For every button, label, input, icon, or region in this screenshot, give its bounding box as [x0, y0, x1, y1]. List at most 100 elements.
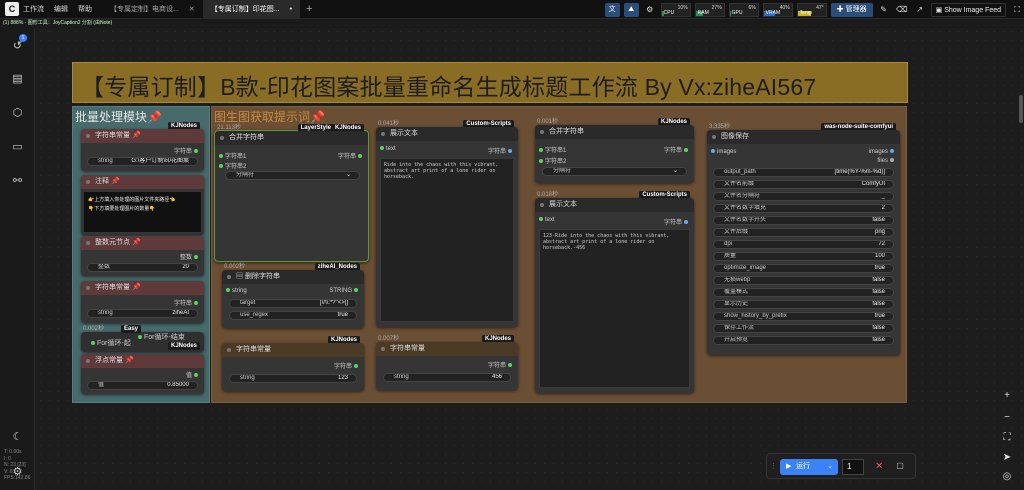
output-slot[interactable]: 值 — [186, 370, 200, 379]
pointer-mode-icon[interactable]: ➤ — [999, 450, 1015, 466]
share-icon[interactable]: ↗ — [913, 3, 927, 17]
text-display[interactable]: Ride into the chaos with this vibrant, a… — [380, 158, 514, 322]
filename-prefix-widget[interactable]: 文件名前缀 ComfyUI — [713, 180, 894, 189]
integer-widget[interactable]: 整数 20 — [87, 263, 198, 272]
zoom-in-icon[interactable]: + — [999, 388, 1015, 404]
output-path-widget[interactable]: output_path [time(%Y-%m-%d)] — [713, 168, 894, 177]
note-text[interactable]: 👉上方填入你处理的图片文件夹路径👈 👇下方填要处理图片的数量👇 — [84, 192, 201, 232]
fullscreen-icon[interactable]: ⛶ — [1010, 3, 1024, 17]
extension-widget[interactable]: 文件后缀 png — [713, 228, 894, 237]
float-constant-node[interactable]: 浮点常量 📌 值 值 0.85000 — [81, 354, 204, 394]
new-tab-plus-icon[interactable]: + — [306, 3, 312, 15]
output-slot[interactable]: 字符串 — [334, 361, 360, 370]
fit-view-icon[interactable]: ⛶ — [999, 430, 1015, 446]
run-button[interactable]: ▶ 运行 ⌄ — [780, 459, 838, 475]
map-icon[interactable]: ⛰ — [623, 2, 639, 17]
mask-editor-icon[interactable]: ✎ — [877, 3, 891, 17]
zoom-out-icon[interactable]: − — [999, 410, 1015, 426]
show-text-node[interactable]: 0.018秒 Custom-Scripts 展示文本 text 字符串 123-… — [535, 191, 694, 393]
input-slot-2[interactable]: 字符串2 — [217, 161, 246, 170]
integer-node[interactable]: 整数元节点 📌 整数 整数 20 — [81, 236, 204, 276]
delete-string-node[interactable]: 0.002秒 ziheAI_Nodes ▤ 删除字符串 string STRIN… — [222, 263, 364, 328]
templates-icon[interactable]: ⚯ — [10, 174, 25, 189]
monitor-settings-icon[interactable]: ⚙ — [643, 3, 657, 17]
menu-edit[interactable]: 编辑 — [54, 4, 68, 14]
app-logo[interactable]: C — [5, 2, 19, 16]
output-slot[interactable]: 字符串 — [488, 146, 514, 155]
output-slot[interactable]: 字符串 — [488, 360, 514, 369]
workflows-icon[interactable]: ▭ — [10, 140, 25, 155]
string-widget[interactable]: string 123 — [229, 374, 357, 383]
output-slot[interactable]: STRING — [329, 288, 360, 294]
lossless-webp-toggle[interactable]: 无损webp false — [713, 276, 894, 285]
cancel-icon[interactable]: ✕ — [875, 459, 883, 475]
run-toolbar: ⋮⋮ ▶ 运行 ⌄ 1 ✕ ▢ — [766, 453, 916, 479]
show-text-node[interactable]: 0.041秒 Custom-Scripts 展示文本 text 字符串 Ride… — [376, 120, 518, 327]
for-loop-node[interactable]: 0.002秒 Easy KJNodes For循环-起 For循环-结束 — [81, 325, 204, 352]
string-constant-node[interactable]: KJNodes 字符串常量 字符串 string 123 — [222, 336, 364, 391]
concat-string-node[interactable]: 21.113秒 LayerStyle KJNodes 合并字符串 字符串1 字符… — [214, 124, 369, 262]
node-title: 字符串常量 📌 — [81, 129, 204, 143]
string-constant-node[interactable]: 0.007秒 KJNodes 字符串常量 字符串 string 456 — [376, 335, 518, 390]
separator-widget[interactable]: 分隔符 ⌄ — [542, 167, 687, 176]
manager-button[interactable]: ✚ 管理器 — [830, 2, 873, 17]
number-start-widget[interactable]: 文件名数字开头 false — [713, 216, 894, 225]
input-slot[interactable]: text — [537, 217, 555, 223]
output-slot[interactable]: 字符串 — [174, 298, 200, 307]
hide-links-icon[interactable]: ◎ — [999, 469, 1015, 485]
output-images-slot[interactable]: images — [869, 149, 896, 155]
output-files-slot[interactable]: files — [877, 158, 896, 164]
input-slot[interactable]: images — [709, 149, 736, 155]
use-regex-toggle[interactable]: use_regex true — [229, 311, 357, 320]
image-save-node[interactable]: 3.335秒 was-node-suite-comfyui 图像保存 image… — [707, 123, 900, 355]
tab-ecommerce[interactable]: 【专属定制】电商设... ✕ — [102, 0, 203, 19]
menu-help[interactable]: 帮助 — [78, 4, 92, 14]
text-display[interactable]: 123-Ride into the chaos with this vibran… — [539, 229, 690, 388]
string-widget[interactable]: string ziheAI — [87, 309, 198, 318]
output-slot[interactable]: 字符串 — [664, 217, 690, 226]
tab-print-pattern[interactable]: 【专属订制】印花图... • — [202, 0, 301, 19]
model-library-icon[interactable]: ⬡ — [10, 106, 25, 121]
note-node[interactable]: 注释 📌 👉上方填入你处理的图片文件夹路径👈 👇下方填要处理图片的数量👇 — [81, 175, 204, 235]
input-slot[interactable]: string — [224, 288, 247, 294]
preview-toggle[interactable]: 开启预览 false — [713, 336, 894, 345]
output-slot[interactable]: 字符串 — [664, 145, 690, 154]
separator-widget[interactable]: 分隔符 ⌄ — [225, 171, 360, 180]
show-history-toggle[interactable]: 显示历史 false — [713, 300, 894, 309]
overwrite-mode-toggle[interactable]: 覆盖模式 false — [713, 288, 894, 297]
node-library-icon[interactable]: ▤ — [10, 72, 25, 87]
clear-icon[interactable]: ⌫ — [895, 3, 909, 17]
concat-string-node[interactable]: 0.001秒 KJNodes 合并字符串 字符串1 字符串2 字符串 分隔符 ⌄ — [535, 118, 694, 183]
string-widget[interactable]: string G:\客户订制\印花图案 — [87, 157, 198, 166]
translate-icon[interactable]: 文 — [604, 2, 620, 17]
optimize-image-toggle[interactable]: optimize_image true — [713, 264, 894, 273]
quality-widget[interactable]: 质量 100 — [713, 252, 894, 261]
batch-count-input[interactable]: 1 — [842, 459, 864, 475]
history-by-prefix-toggle[interactable]: show_history_by_prefix true — [713, 312, 894, 321]
node-title: ▤ 删除字符串 — [222, 270, 364, 284]
string-constant-node[interactable]: KJNodes 字符串常量 📌 字符串 string G:\客户订制\印花图案 — [81, 122, 204, 171]
input-slot-1[interactable]: 字符串1 — [537, 145, 566, 154]
theme-toggle-icon[interactable]: ☾ — [10, 430, 25, 445]
input-slot-1[interactable]: 字符串1 — [217, 151, 246, 160]
queue-square-icon[interactable]: ▢ — [893, 459, 907, 473]
string-widget[interactable]: string 456 — [383, 373, 511, 382]
input-slot[interactable]: text — [378, 146, 396, 152]
float-widget[interactable]: 值 0.85000 — [87, 381, 198, 390]
show-image-feed-button[interactable]: ▣ Show Image Feed — [930, 2, 1006, 17]
output-slot[interactable]: 整数 — [180, 252, 200, 261]
input-slot-2[interactable]: 字符串2 — [537, 156, 566, 165]
filename-delimiter-widget[interactable]: 文件名分隔符 _ — [713, 192, 894, 201]
canvas-scrollbar[interactable] — [1019, 95, 1023, 123]
output-slot[interactable]: 字符串 — [338, 151, 364, 160]
menu-workflow[interactable]: 工作流 — [23, 4, 44, 14]
chevron-down-icon[interactable]: ⌄ — [827, 459, 833, 475]
close-icon[interactable]: ✕ — [189, 6, 195, 13]
dpi-widget[interactable]: dpi 72 — [713, 240, 894, 249]
target-widget[interactable]: target [\/\\:*?"<>|] — [229, 299, 357, 308]
save-workflow-toggle[interactable]: 保存工作流 false — [713, 324, 894, 333]
number-padding-widget[interactable]: 文件名数字填充 2 — [713, 204, 894, 213]
main-title-group[interactable]: 【专属订制】B款-印花图案批量重命名生成标题工作流 By Vx:ziheAI56… — [72, 62, 908, 103]
output-slot[interactable]: 字符串 — [174, 146, 200, 155]
string-constant-node[interactable]: 字符串常量 📌 字符串 string ziheAI — [81, 281, 204, 323]
